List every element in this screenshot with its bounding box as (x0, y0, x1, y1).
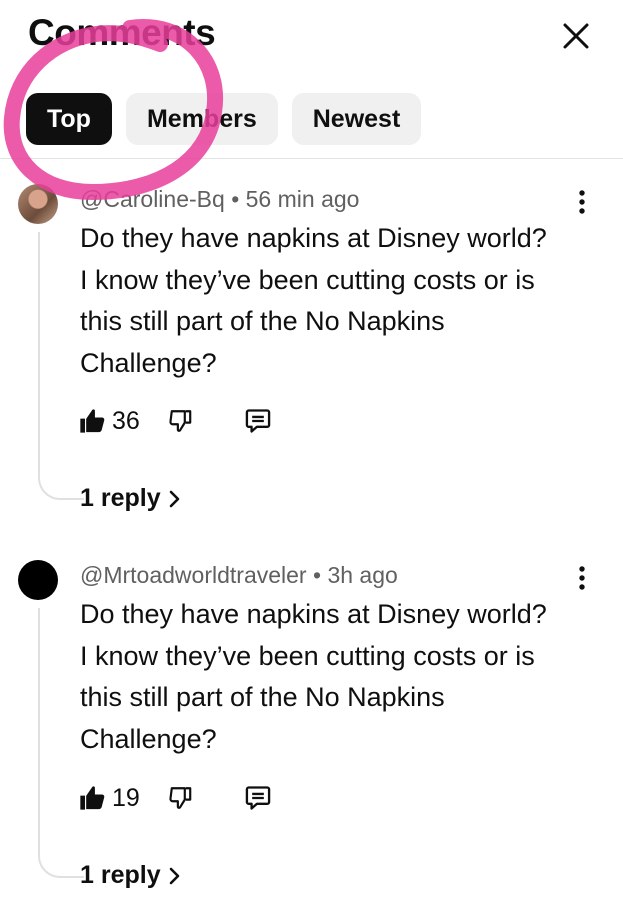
more-options-button[interactable] (570, 186, 594, 218)
like-count: 19 (112, 783, 140, 812)
more-options-button[interactable] (570, 562, 594, 594)
comment-author[interactable]: @Mrtoadworldtraveler (80, 562, 307, 588)
comment-text: Do they have napkins at Disney world? I … (80, 599, 547, 754)
comment-text: Do they have napkins at Disney world? I … (80, 223, 547, 378)
reply-button[interactable] (244, 784, 272, 812)
dislike-button[interactable] (168, 784, 194, 812)
thumbs-down-icon (169, 410, 192, 432)
filter-chip-newest[interactable]: Newest (291, 93, 422, 145)
comment-actions: 19 (78, 781, 272, 815)
page-title: Comments (28, 12, 216, 53)
thread-line (38, 232, 84, 500)
thumbs-up-icon (80, 409, 105, 433)
filter-chip-top[interactable]: Top (26, 93, 112, 145)
more-vertical-icon (579, 566, 585, 590)
like-count: 36 (112, 406, 140, 435)
like-button[interactable] (78, 784, 106, 812)
comment-time: 3h ago (327, 562, 398, 588)
thumbs-down-icon (169, 787, 192, 809)
reply-button[interactable] (244, 407, 272, 435)
view-replies-button[interactable]: 1 reply (80, 861, 181, 890)
filter-chips: Top Members Newest (26, 93, 422, 145)
like-button[interactable] (78, 407, 106, 435)
meta-separator: • (231, 186, 246, 212)
replies-label: 1 reply (80, 861, 161, 889)
avatar[interactable] (18, 560, 58, 600)
comment-meta: @Caroline-Bq • 56 min ago (80, 186, 359, 213)
comment-time: 56 min ago (245, 186, 360, 212)
comment-icon (245, 786, 271, 810)
comment-author[interactable]: @Caroline-Bq (80, 186, 225, 212)
comments-header: Comments (0, 0, 623, 80)
header-divider (0, 158, 623, 159)
comment-icon (245, 409, 271, 433)
close-button[interactable] (556, 16, 596, 56)
dislike-button[interactable] (168, 407, 194, 435)
comment-meta: @Mrtoadworldtraveler • 3h ago (80, 562, 398, 589)
more-vertical-icon (579, 190, 585, 214)
thread-line (38, 608, 84, 878)
comment-actions: 36 (78, 404, 272, 438)
meta-separator: • (312, 562, 328, 588)
view-replies-button[interactable]: 1 reply (80, 484, 181, 513)
chevron-right-icon (169, 867, 179, 884)
filter-chip-members[interactable]: Members (125, 93, 278, 145)
close-icon (563, 23, 589, 49)
replies-label: 1 reply (80, 484, 161, 512)
thumbs-up-icon (80, 786, 105, 810)
chevron-right-icon (169, 490, 179, 507)
avatar[interactable] (18, 184, 58, 224)
